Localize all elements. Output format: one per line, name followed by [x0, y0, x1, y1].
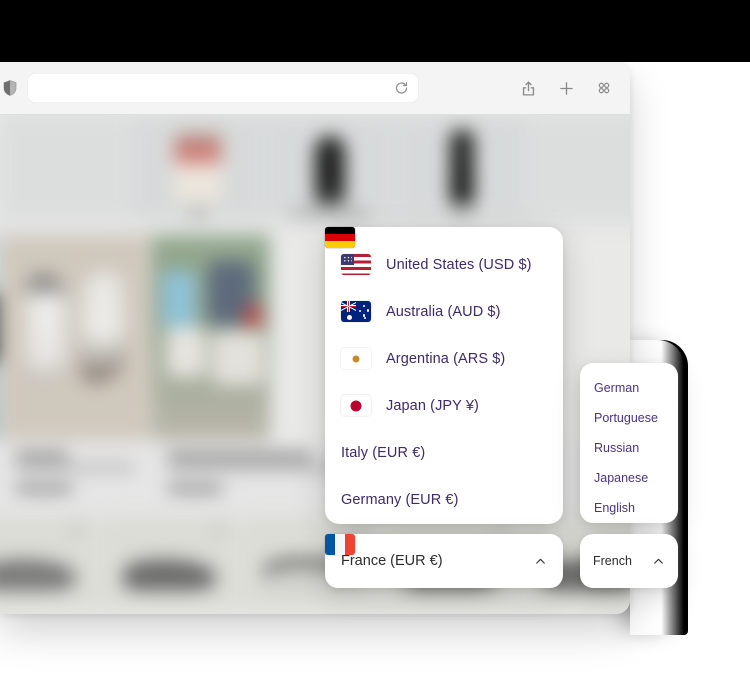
- flag-icon-fr: [325, 534, 355, 555]
- product-caption: [451, 211, 474, 216]
- chevron-up-icon[interactable]: [534, 555, 547, 568]
- plus-icon[interactable]: [556, 78, 576, 98]
- flag-icon-de: [325, 227, 355, 248]
- address-bar[interactable]: [28, 73, 418, 103]
- country-option-label: Australia (AUD $): [386, 303, 501, 320]
- screenshot-stage: United States (USD $) Australia (AUD $) …: [0, 0, 750, 680]
- language-selector-value: French: [593, 554, 632, 568]
- product-cell: [132, 115, 263, 220]
- product-image: [450, 130, 475, 204]
- country-dropdown-panel: United States (USD $) Australia (AUD $) …: [325, 227, 563, 524]
- shoe-graphic: [80, 271, 126, 383]
- product-cell: [264, 115, 396, 220]
- flag-icon-au: [341, 301, 371, 322]
- product-caption: [188, 211, 207, 216]
- country-option-label: Germany (EUR €): [341, 491, 459, 508]
- country-option-germany[interactable]: Germany (EUR €): [325, 227, 563, 523]
- product-image: [0, 235, 150, 440]
- country-option-label: Italy (EUR €): [341, 444, 426, 461]
- toolbar-actions: [518, 78, 614, 98]
- product-row-top: [0, 115, 630, 220]
- country-selector-button[interactable]: France (EUR €): [325, 534, 563, 588]
- product-image: [174, 132, 221, 204]
- product-cell: [0, 515, 98, 610]
- country-option-australia[interactable]: Australia (AUD $): [325, 288, 563, 335]
- language-option-english[interactable]: English: [580, 493, 678, 523]
- language-option-portuguese[interactable]: Portuguese: [580, 403, 678, 433]
- flag-icon-jp: [341, 395, 371, 416]
- product-image: [152, 235, 270, 440]
- flag-icon-ar: [341, 348, 371, 369]
- product-cell: [397, 115, 528, 220]
- shield-icon[interactable]: [0, 78, 20, 98]
- language-option-russian[interactable]: Russian: [580, 433, 678, 463]
- language-option-german[interactable]: German: [580, 373, 678, 403]
- language-option-japanese[interactable]: Japanese: [580, 463, 678, 493]
- language-dropdown-panel: German Portuguese Russian Japanese Engli…: [580, 363, 678, 523]
- share-icon[interactable]: [518, 78, 538, 98]
- language-selector-button[interactable]: French: [580, 534, 678, 588]
- country-selector-value: France (EUR €): [341, 553, 443, 569]
- flag-icon-us: [341, 254, 371, 275]
- country-option-japan[interactable]: Japan (JPY ¥): [325, 382, 563, 429]
- country-option-italy[interactable]: Italy (EUR €): [325, 227, 563, 476]
- country-option-label: United States (USD $): [386, 256, 532, 273]
- product-caption: [292, 211, 369, 216]
- url-input[interactable]: [38, 73, 398, 103]
- product-image: [315, 136, 346, 204]
- reload-icon[interactable]: [394, 81, 409, 96]
- browser-toolbar: [0, 62, 630, 115]
- chevron-up-icon[interactable]: [652, 555, 665, 568]
- country-option-label: Japan (JPY ¥): [386, 397, 479, 414]
- shoe-graphic: [24, 275, 68, 383]
- country-option-united-states[interactable]: United States (USD $): [325, 241, 563, 288]
- tab-grid-icon[interactable]: [594, 78, 614, 98]
- product-cell: [0, 115, 131, 220]
- product-cell: [100, 515, 239, 610]
- country-option-argentina[interactable]: Argentina (ARS $): [325, 335, 563, 382]
- product-cell: [529, 115, 630, 220]
- country-option-label: Argentina (ARS $): [386, 350, 506, 367]
